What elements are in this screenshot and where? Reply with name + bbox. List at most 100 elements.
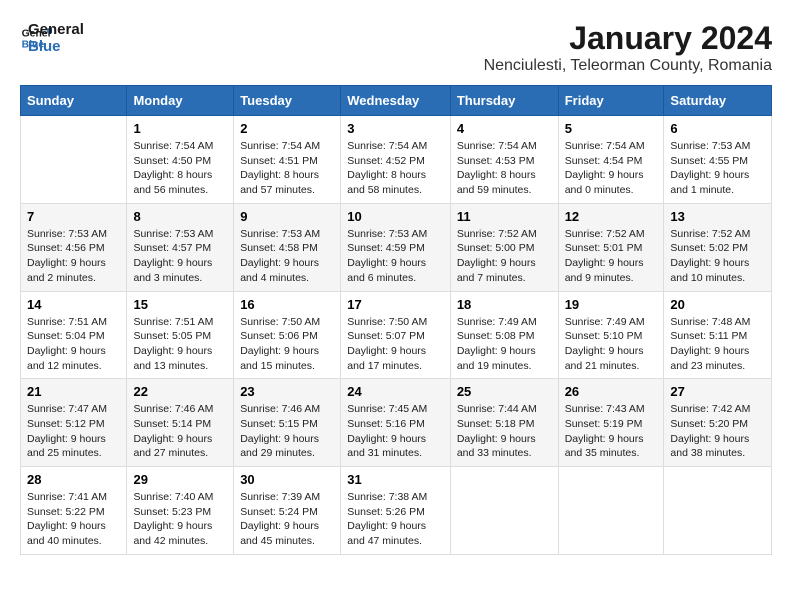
day-info: Sunrise: 7:52 AMSunset: 5:02 PMDaylight:… <box>670 227 765 286</box>
day-number: 12 <box>565 209 658 224</box>
day-number: 4 <box>457 121 552 136</box>
week-row-1: 1 Sunrise: 7:54 AMSunset: 4:50 PMDaylight… <box>21 116 772 204</box>
day-info: Sunrise: 7:41 AMSunset: 5:22 PMDaylight:… <box>27 490 120 549</box>
day-cell: 12 Sunrise: 7:52 AMSunset: 5:01 PMDayligh… <box>558 203 664 291</box>
day-number: 25 <box>457 384 552 399</box>
logo: General Blue General Blue <box>20 20 84 55</box>
header-day-monday: Monday <box>127 86 234 116</box>
day-cell: 27 Sunrise: 7:42 AMSunset: 5:20 PMDayligh… <box>664 379 772 467</box>
day-number: 3 <box>347 121 444 136</box>
week-row-4: 21 Sunrise: 7:47 AMSunset: 5:12 PMDayligh… <box>21 379 772 467</box>
day-info: Sunrise: 7:52 AMSunset: 5:01 PMDaylight:… <box>565 227 658 286</box>
day-number: 10 <box>347 209 444 224</box>
day-number: 16 <box>240 297 334 312</box>
day-cell <box>450 467 558 555</box>
day-info: Sunrise: 7:53 AMSunset: 4:55 PMDaylight:… <box>670 139 765 198</box>
day-info: Sunrise: 7:53 AMSunset: 4:58 PMDaylight:… <box>240 227 334 286</box>
day-cell: 4 Sunrise: 7:54 AMSunset: 4:53 PMDaylight… <box>450 116 558 204</box>
day-cell: 19 Sunrise: 7:49 AMSunset: 5:10 PMDayligh… <box>558 291 664 379</box>
day-cell: 18 Sunrise: 7:49 AMSunset: 5:08 PMDayligh… <box>450 291 558 379</box>
header-day-sunday: Sunday <box>21 86 127 116</box>
day-cell: 25 Sunrise: 7:44 AMSunset: 5:18 PMDayligh… <box>450 379 558 467</box>
day-info: Sunrise: 7:48 AMSunset: 5:11 PMDaylight:… <box>670 315 765 374</box>
logo-general: General <box>28 22 84 39</box>
day-number: 28 <box>27 472 120 487</box>
page-header: General Blue General Blue January 2024 N… <box>20 20 772 75</box>
day-cell: 17 Sunrise: 7:50 AMSunset: 5:07 PMDayligh… <box>341 291 451 379</box>
day-number: 27 <box>670 384 765 399</box>
day-number: 13 <box>670 209 765 224</box>
day-number: 31 <box>347 472 444 487</box>
day-cell: 13 Sunrise: 7:52 AMSunset: 5:02 PMDayligh… <box>664 203 772 291</box>
day-info: Sunrise: 7:49 AMSunset: 5:10 PMDaylight:… <box>565 315 658 374</box>
day-number: 22 <box>133 384 227 399</box>
day-info: Sunrise: 7:54 AMSunset: 4:53 PMDaylight:… <box>457 139 552 198</box>
day-cell: 29 Sunrise: 7:40 AMSunset: 5:23 PMDayligh… <box>127 467 234 555</box>
day-cell: 24 Sunrise: 7:45 AMSunset: 5:16 PMDayligh… <box>341 379 451 467</box>
day-number: 1 <box>133 121 227 136</box>
day-number: 2 <box>240 121 334 136</box>
day-number: 15 <box>133 297 227 312</box>
day-info: Sunrise: 7:54 AMSunset: 4:50 PMDaylight:… <box>133 139 227 198</box>
calendar-header: SundayMondayTuesdayWednesdayThursdayFrid… <box>21 86 772 116</box>
day-cell: 2Sunrise: 7:54 AMSunset: 4:51 PMDaylight… <box>234 116 341 204</box>
day-cell <box>664 467 772 555</box>
header-day-thursday: Thursday <box>450 86 558 116</box>
day-number: 20 <box>670 297 765 312</box>
day-number: 21 <box>27 384 120 399</box>
day-cell: 30Sunrise: 7:39 AMSunset: 5:24 PMDayligh… <box>234 467 341 555</box>
day-cell: 6 Sunrise: 7:53 AMSunset: 4:55 PMDaylight… <box>664 116 772 204</box>
day-number: 29 <box>133 472 227 487</box>
day-info: Sunrise: 7:53 AMSunset: 4:57 PMDaylight:… <box>133 227 227 286</box>
header-day-wednesday: Wednesday <box>341 86 451 116</box>
day-info: Sunrise: 7:38 AMSunset: 5:26 PMDaylight:… <box>347 490 444 549</box>
day-info: Sunrise: 7:53 AMSunset: 4:56 PMDaylight:… <box>27 227 120 286</box>
main-title: January 2024 <box>484 20 772 57</box>
day-number: 23 <box>240 384 334 399</box>
day-cell: 7 Sunrise: 7:53 AMSunset: 4:56 PMDaylight… <box>21 203 127 291</box>
day-cell <box>558 467 664 555</box>
day-cell: 23Sunrise: 7:46 AMSunset: 5:15 PMDayligh… <box>234 379 341 467</box>
header-day-friday: Friday <box>558 86 664 116</box>
subtitle: Nenciulesti, Teleorman County, Romania <box>484 57 772 75</box>
day-info: Sunrise: 7:40 AMSunset: 5:23 PMDaylight:… <box>133 490 227 549</box>
day-cell: 15 Sunrise: 7:51 AMSunset: 5:05 PMDayligh… <box>127 291 234 379</box>
day-info: Sunrise: 7:49 AMSunset: 5:08 PMDaylight:… <box>457 315 552 374</box>
day-info: Sunrise: 7:42 AMSunset: 5:20 PMDaylight:… <box>670 402 765 461</box>
day-info: Sunrise: 7:44 AMSunset: 5:18 PMDaylight:… <box>457 402 552 461</box>
day-info: Sunrise: 7:50 AMSunset: 5:07 PMDaylight:… <box>347 315 444 374</box>
day-number: 9 <box>240 209 334 224</box>
day-info: Sunrise: 7:50 AMSunset: 5:06 PMDaylight:… <box>240 315 334 374</box>
week-row-2: 7 Sunrise: 7:53 AMSunset: 4:56 PMDaylight… <box>21 203 772 291</box>
day-cell: 26 Sunrise: 7:43 AMSunset: 5:19 PMDayligh… <box>558 379 664 467</box>
day-number: 30 <box>240 472 334 487</box>
day-number: 18 <box>457 297 552 312</box>
week-row-3: 14Sunrise: 7:51 AMSunset: 5:04 PMDayligh… <box>21 291 772 379</box>
day-info: Sunrise: 7:47 AMSunset: 5:12 PMDaylight:… <box>27 402 120 461</box>
day-number: 26 <box>565 384 658 399</box>
header-row: SundayMondayTuesdayWednesdayThursdayFrid… <box>21 86 772 116</box>
day-cell: 14Sunrise: 7:51 AMSunset: 5:04 PMDayligh… <box>21 291 127 379</box>
day-cell: 1 Sunrise: 7:54 AMSunset: 4:50 PMDaylight… <box>127 116 234 204</box>
day-info: Sunrise: 7:54 AMSunset: 4:54 PMDaylight:… <box>565 139 658 198</box>
day-cell: 3Sunrise: 7:54 AMSunset: 4:52 PMDaylight… <box>341 116 451 204</box>
day-info: Sunrise: 7:51 AMSunset: 5:05 PMDaylight:… <box>133 315 227 374</box>
day-cell <box>21 116 127 204</box>
day-info: Sunrise: 7:53 AMSunset: 4:59 PMDaylight:… <box>347 227 444 286</box>
day-info: Sunrise: 7:51 AMSunset: 5:04 PMDaylight:… <box>27 315 120 374</box>
day-cell: 9 Sunrise: 7:53 AMSunset: 4:58 PMDaylight… <box>234 203 341 291</box>
day-cell: 5 Sunrise: 7:54 AMSunset: 4:54 PMDaylight… <box>558 116 664 204</box>
day-number: 19 <box>565 297 658 312</box>
day-cell: 8Sunrise: 7:53 AMSunset: 4:57 PMDaylight… <box>127 203 234 291</box>
header-day-tuesday: Tuesday <box>234 86 341 116</box>
day-number: 5 <box>565 121 658 136</box>
day-number: 24 <box>347 384 444 399</box>
day-number: 17 <box>347 297 444 312</box>
day-number: 6 <box>670 121 765 136</box>
day-number: 7 <box>27 209 120 224</box>
day-info: Sunrise: 7:43 AMSunset: 5:19 PMDaylight:… <box>565 402 658 461</box>
logo-blue: Blue <box>28 39 84 56</box>
day-cell: 20 Sunrise: 7:48 AMSunset: 5:11 PMDayligh… <box>664 291 772 379</box>
day-info: Sunrise: 7:45 AMSunset: 5:16 PMDaylight:… <box>347 402 444 461</box>
day-cell: 10 Sunrise: 7:53 AMSunset: 4:59 PMDayligh… <box>341 203 451 291</box>
